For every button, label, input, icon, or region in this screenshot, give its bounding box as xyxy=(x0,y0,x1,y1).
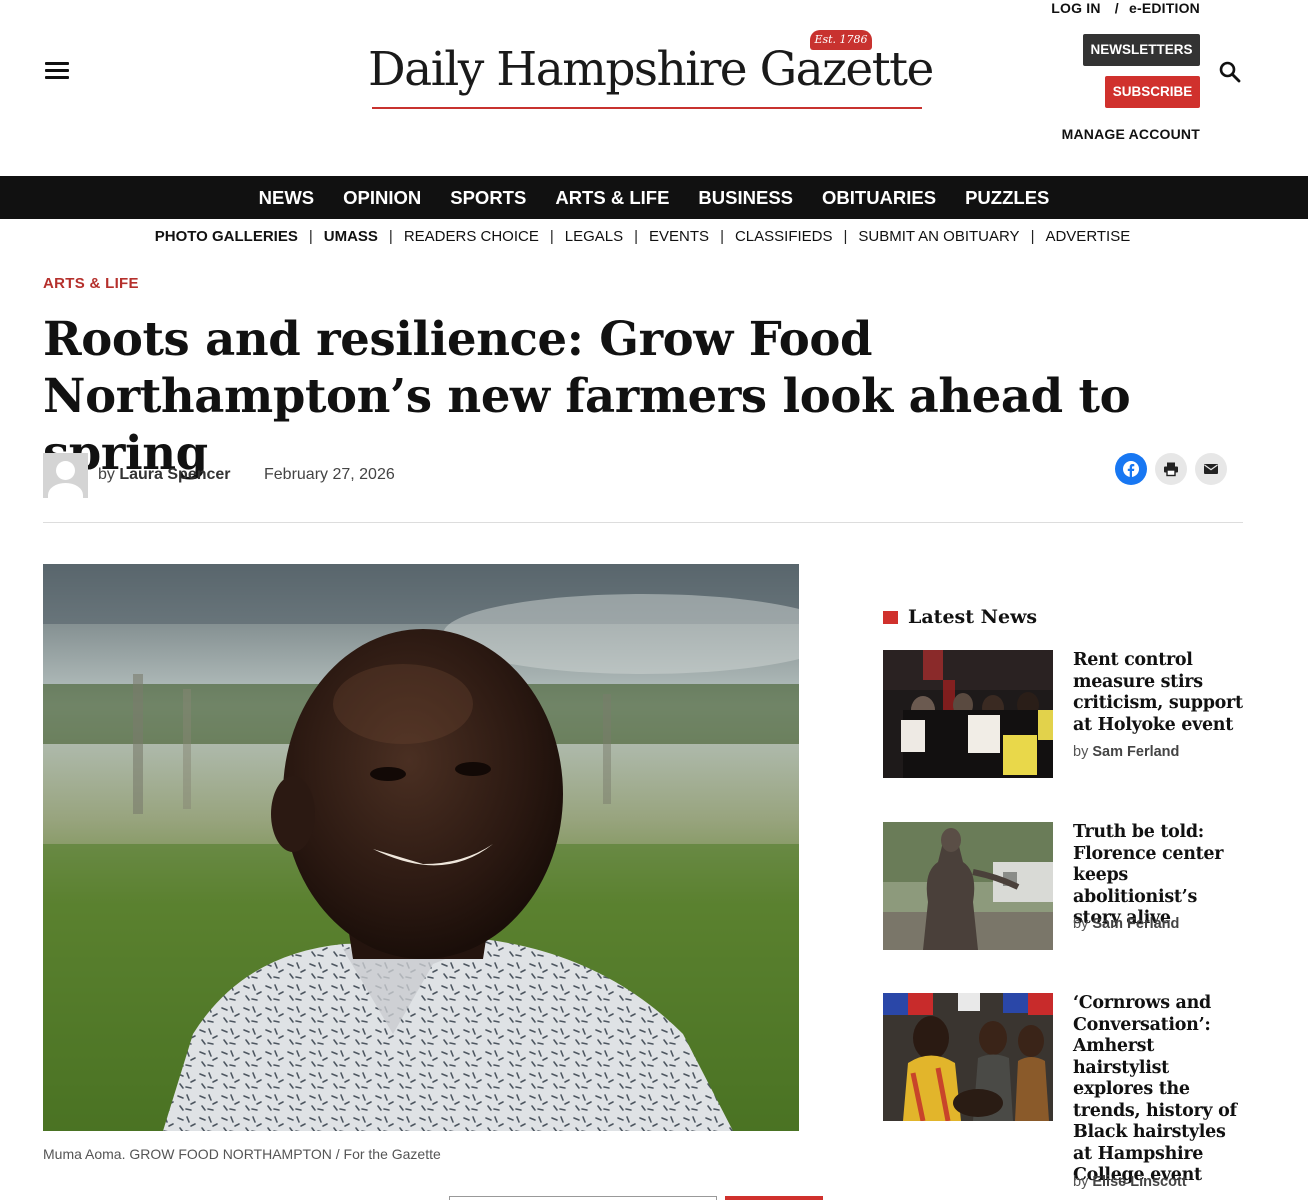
subscribe-button[interactable]: SUBSCRIBE xyxy=(1105,76,1200,108)
nav-business[interactable]: BUSINESS xyxy=(698,187,793,209)
facebook-share-icon[interactable] xyxy=(1115,453,1147,485)
newsletter-signup-button[interactable] xyxy=(725,1196,823,1200)
subnav-separator: | xyxy=(843,228,848,245)
latest-news-title: Latest News xyxy=(908,606,1038,628)
story-headline[interactable]: Truth be told: Florence center keeps abo… xyxy=(1073,822,1245,930)
story-thumbnail[interactable] xyxy=(883,822,1053,950)
account-links: LOG IN / e-EDITION xyxy=(1041,0,1200,16)
manage-account-link[interactable]: MANAGE ACCOUNT xyxy=(1062,126,1200,142)
story-thumbnail[interactable] xyxy=(883,993,1053,1121)
author-avatar xyxy=(43,453,88,498)
nav-news[interactable]: NEWS xyxy=(259,187,315,209)
story-headline[interactable]: ‘Cornrows and Conversation’: Amherst hai… xyxy=(1073,993,1245,1187)
story-author[interactable]: Sam Ferland xyxy=(1092,744,1179,760)
nav-puzzles[interactable]: PUZZLES xyxy=(965,187,1049,209)
byline-prefix: by xyxy=(98,466,115,483)
subnav-classifieds[interactable]: CLASSIFIEDS xyxy=(735,228,833,245)
subnav-advertise[interactable]: ADVERTISE xyxy=(1045,228,1130,245)
site-logo[interactable]: Est. 1786 Daily Hampshire Gazette xyxy=(368,28,934,112)
subnav-separator: | xyxy=(634,228,639,245)
latest-news-heading: Latest News xyxy=(883,606,1037,628)
article-category[interactable]: ARTS & LIFE xyxy=(43,275,139,292)
story-headline[interactable]: Rent control measure stirs criticism, su… xyxy=(1073,650,1245,736)
story-byline: by Elise Linscott xyxy=(1073,1174,1187,1190)
story-author[interactable]: Elise Linscott xyxy=(1092,1174,1186,1190)
email-share-icon[interactable] xyxy=(1195,453,1227,485)
subnav-separator: | xyxy=(308,228,313,245)
story-byline: by Sam Ferland xyxy=(1073,744,1179,760)
byline-text: by Laura Spencer xyxy=(98,466,231,484)
publish-date: February 27, 2026 xyxy=(264,466,395,483)
story-author[interactable]: Sam Ferland xyxy=(1092,916,1179,932)
subnav-readers-choice[interactable]: READERS CHOICE xyxy=(404,228,539,245)
byline-prefix: by xyxy=(1073,1174,1089,1190)
subnav-separator: | xyxy=(1030,228,1035,245)
subnav-separator: | xyxy=(549,228,554,245)
heading-marker xyxy=(883,610,898,624)
link-separator: / xyxy=(1114,0,1119,16)
login-link[interactable]: LOG IN xyxy=(1051,0,1100,16)
author-link[interactable]: Laura Spencer xyxy=(119,466,230,483)
logo-wordmark: Daily Hampshire Gazette xyxy=(368,42,934,97)
nav-arts-life[interactable]: ARTS & LIFE xyxy=(555,187,669,209)
logo-underline xyxy=(372,107,922,109)
subnav-events[interactable]: EVENTS xyxy=(649,228,709,245)
story-thumbnail[interactable] xyxy=(883,650,1053,778)
article-photo[interactable] xyxy=(43,564,799,1131)
subnav-separator: | xyxy=(388,228,393,245)
newsletter-email-input[interactable] xyxy=(449,1196,717,1200)
byline-prefix: by xyxy=(1073,916,1089,932)
subnav-legals[interactable]: LEGALS xyxy=(565,228,623,245)
subnav-submit-obituary[interactable]: SUBMIT AN OBITUARY xyxy=(858,228,1019,245)
story-byline: by Sam Ferland xyxy=(1073,916,1179,932)
eedition-link[interactable]: e-EDITION xyxy=(1129,0,1200,16)
byline-prefix: by xyxy=(1073,744,1089,760)
subnav-separator: | xyxy=(720,228,724,245)
site-header: Est. 1786 Daily Hampshire Gazette LOG IN… xyxy=(0,0,1308,176)
newsletters-button[interactable]: NEWSLETTERS xyxy=(1083,34,1200,66)
subnav-photo-galleries[interactable]: PHOTO GALLERIES xyxy=(155,228,298,245)
nav-sports[interactable]: SPORTS xyxy=(450,187,526,209)
article-byline: by Laura Spencer February 27, 2026 xyxy=(43,453,1243,499)
main-navigation: NEWS OPINION SPORTS ARTS & LIFE BUSINESS… xyxy=(0,176,1308,219)
nav-opinion[interactable]: OPINION xyxy=(343,187,421,209)
print-icon[interactable] xyxy=(1155,453,1187,485)
byline-divider xyxy=(43,522,1243,523)
menu-icon[interactable] xyxy=(45,62,69,80)
secondary-navigation: PHOTO GALLERIES | UMASS | READERS CHOICE | LEG… xyxy=(0,228,1285,245)
subnav-umass[interactable]: UMASS xyxy=(324,228,378,245)
search-icon[interactable] xyxy=(1218,60,1242,84)
photo-caption: Muma Aoma. GROW FOOD NORTHAMPTON / For t… xyxy=(43,1146,441,1162)
nav-obituaries[interactable]: OBITUARIES xyxy=(822,187,936,209)
